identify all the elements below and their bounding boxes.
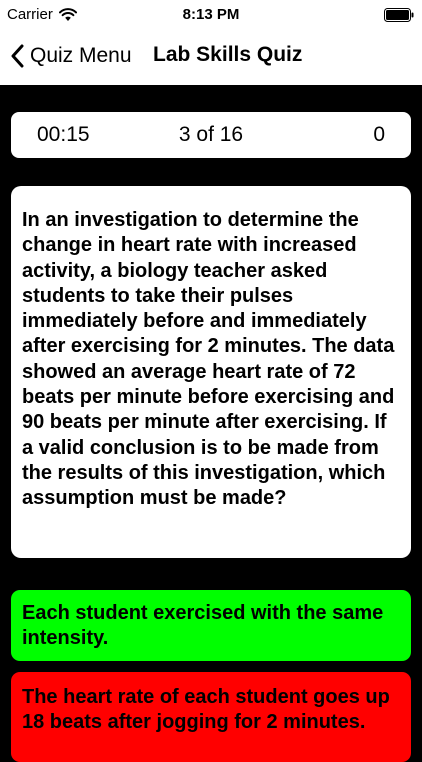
back-label: Quiz Menu [30,44,132,67]
score-bar: 00:15 3 of 16 0 [11,112,411,158]
answer-option-a[interactable]: Each student exercised with the same int… [11,590,411,661]
page-title: Lab Skills Quiz [153,43,303,66]
status-time: 8:13 PM [182,6,240,23]
back-button[interactable]: Quiz Menu [10,40,132,72]
question-card: In an investigation to determine the cha… [11,186,411,558]
answer-option-b[interactable]: The heart rate of each student goes up 1… [11,672,411,762]
question-text: In an investigation to determine the cha… [22,209,395,510]
chevron-left-icon [11,44,24,68]
score-count: 0 [373,123,385,146]
status-bar: Carrier 8:13 PM [0,0,422,30]
battery-icon [384,8,414,22]
navigation-bar: Quiz Menu Lab Skills Quiz [0,30,422,85]
question-progress: 3 of 16 [178,123,244,146]
